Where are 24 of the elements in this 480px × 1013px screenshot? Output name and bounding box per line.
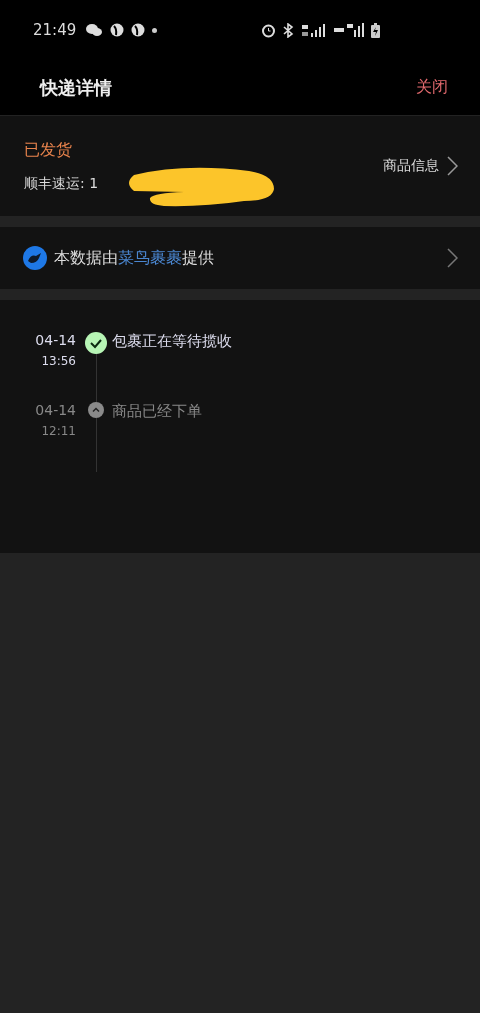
event-description: 商品已经下单 <box>112 402 202 421</box>
signal-icon <box>334 23 364 37</box>
event-time: 13:56 <box>41 354 76 368</box>
cainiao-link[interactable]: 菜鸟裹裹 <box>118 247 182 267</box>
bird-icon <box>23 246 47 270</box>
signal-icon <box>301 23 327 37</box>
status-time: 21:49 <box>33 21 77 39</box>
event-time: 12:11 <box>41 424 76 438</box>
goods-info-link[interactable]: 商品信息 <box>383 156 458 176</box>
shipment-status: 已发货 <box>24 139 73 161</box>
event-date: 04-14 <box>35 332 76 348</box>
battery-icon <box>371 22 380 38</box>
page-title: 快递详情 <box>40 75 112 100</box>
event-description: 包裹正在等待揽收 <box>112 332 232 351</box>
close-button[interactable]: 关闭 <box>416 77 448 98</box>
dot-icon <box>152 27 158 33</box>
chevron-icon[interactable] <box>447 248 458 268</box>
data-source-text: 本数据由菜鸟裹裹提供 <box>54 247 214 269</box>
bluetooth-icon <box>283 22 294 38</box>
event-date: 04-14 <box>35 402 76 418</box>
chat-icon <box>85 23 104 37</box>
alarm-icon <box>261 22 276 38</box>
carrier-tracking: 顺丰速运: 1 <box>24 174 99 191</box>
chevron-icon <box>447 156 458 176</box>
